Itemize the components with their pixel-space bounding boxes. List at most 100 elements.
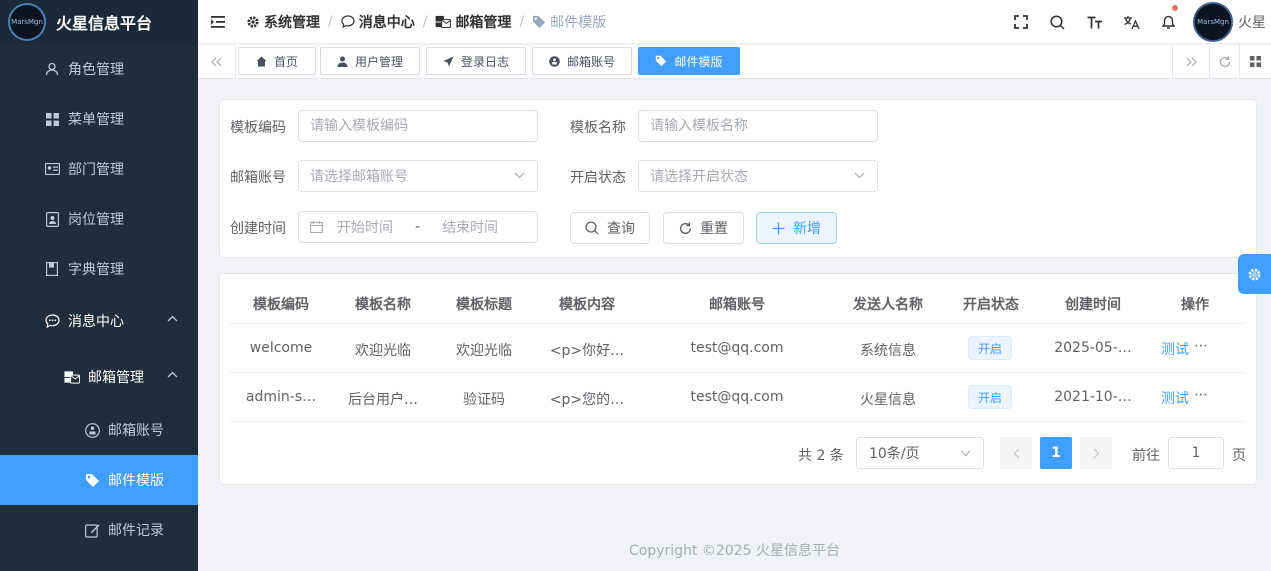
cell-account: test@qq.com: [690, 389, 784, 405]
sidebar-logo[interactable]: MarsMgn 火星信息平台: [0, 0, 198, 44]
breadcrumb-item-system[interactable]: 系统管理: [264, 12, 320, 32]
search-icon: [585, 221, 599, 235]
home-icon: [256, 56, 267, 67]
date-range-picker[interactable]: 开始时间 - 结束时间: [298, 211, 538, 243]
notification-badge: [1172, 5, 1178, 11]
account-icon: [549, 55, 560, 67]
start-time-placeholder[interactable]: 开始时间: [337, 217, 393, 237]
tag-user-management[interactable]: 用户管理: [320, 47, 420, 75]
chevron-right-icon: [1093, 448, 1099, 458]
sidebar-item-label: 邮箱账号: [108, 423, 164, 439]
logo-text: MarsMgn: [11, 18, 43, 26]
font-size-button[interactable]: [1076, 0, 1113, 44]
page-size-select[interactable]: 10条/页: [856, 437, 984, 469]
col-header-sender[interactable]: 发送人名称: [840, 294, 936, 314]
sidebar-item-message-center[interactable]: 消息中心: [0, 296, 198, 346]
col-header-account[interactable]: 邮箱账号: [657, 294, 817, 314]
col-header-code[interactable]: 模板编码: [238, 294, 324, 314]
status-select[interactable]: 请选择开启状态: [638, 160, 878, 192]
col-header-content[interactable]: 模板内容: [543, 294, 631, 314]
tag-label: 登录日志: [460, 54, 509, 69]
navbar-right: MarsMgn 火星: [1002, 0, 1271, 44]
tags-scroll-right[interactable]: [1172, 45, 1210, 78]
col-header-actions: 操作: [1181, 297, 1209, 313]
account-select[interactable]: 请选择邮箱账号: [298, 160, 538, 192]
search-icon: [1050, 14, 1065, 30]
sidebar-item-label: 邮箱管理: [88, 370, 144, 386]
cell-name: 欢迎光临: [355, 343, 411, 359]
fullscreen-button[interactable]: [1002, 0, 1039, 44]
tag-mail-account[interactable]: 邮箱账号: [532, 47, 632, 75]
settings-button[interactable]: [1238, 254, 1271, 294]
reset-button[interactable]: 重置: [663, 212, 744, 244]
prev-page-button[interactable]: [1000, 437, 1032, 469]
col-header-status[interactable]: 开启状态: [948, 294, 1034, 314]
end-time-placeholder[interactable]: 结束时间: [442, 217, 498, 237]
sidebar-item-menus[interactable]: 菜单管理: [0, 94, 198, 144]
breadcrumb-item-message-center[interactable]: 消息中心: [359, 12, 415, 32]
test-button[interactable]: 测试: [1161, 388, 1189, 408]
next-page-button[interactable]: [1080, 437, 1112, 469]
tag-icon: [532, 15, 546, 29]
sidebar-item-positions[interactable]: 岗位管理: [0, 194, 198, 244]
code-input-field[interactable]: [310, 118, 537, 134]
table-divider: [230, 372, 1245, 373]
sidebar-item-mail-log[interactable]: 邮件记录: [0, 505, 198, 555]
more-actions-button[interactable]: ⋯: [1194, 387, 1208, 403]
tag-home[interactable]: 首页: [238, 47, 316, 75]
pagination-total: 共 2 条: [798, 448, 844, 464]
notification-button[interactable]: [1150, 0, 1187, 44]
user-name[interactable]: 火星: [1238, 12, 1271, 32]
name-input-field[interactable]: [650, 118, 877, 134]
sidebar-item-departments[interactable]: 部门管理: [0, 144, 198, 194]
hamburger-button[interactable]: [198, 0, 238, 44]
add-button[interactable]: 新增: [756, 212, 837, 244]
sidebar-item-label: 菜单管理: [68, 112, 124, 128]
refresh-tags-button[interactable]: [1210, 45, 1240, 78]
range-separator: -: [415, 219, 421, 235]
tags-scroll-left[interactable]: [198, 45, 236, 78]
avatar[interactable]: MarsMgn: [1193, 2, 1233, 42]
logo-icon: MarsMgn: [8, 3, 46, 41]
goto-page-input[interactable]: 1: [1168, 437, 1224, 469]
status-badge: 开启: [968, 385, 1012, 409]
col-header-time[interactable]: 创建时间: [1044, 294, 1142, 314]
sidebar-item-dictionary[interactable]: 字典管理: [0, 244, 198, 294]
breadcrumb-item-mail-management[interactable]: 邮箱管理: [455, 12, 511, 32]
test-button[interactable]: 测试: [1161, 339, 1189, 359]
query-button[interactable]: 查询: [570, 212, 650, 244]
cell-time: 2021-10-…: [1054, 389, 1132, 405]
fullscreen-icon: [1013, 15, 1028, 29]
plus-icon: [772, 222, 785, 235]
goto-label: 前往: [1132, 448, 1160, 464]
status-select-placeholder: 请选择开启状态: [650, 169, 748, 185]
tag-label: 邮箱账号: [566, 54, 615, 69]
bell-icon: [1161, 15, 1176, 29]
sidebar-item-mail-template[interactable]: 邮件模版: [0, 455, 198, 505]
col-header-title[interactable]: 模板标题: [441, 294, 527, 314]
tag-label: 首页: [273, 54, 298, 69]
sidebar-item-mail-management[interactable]: 邮箱管理: [0, 352, 198, 402]
cell-content: <p>您的…: [549, 392, 625, 408]
cell-account: test@qq.com: [690, 340, 784, 356]
col-header-name[interactable]: 模板名称: [340, 294, 426, 314]
chevron-down-icon: [854, 172, 865, 179]
name-input[interactable]: [638, 110, 878, 142]
tag-mail-template[interactable]: 邮件模版: [638, 47, 740, 75]
tag-login-log[interactable]: 登录日志: [426, 47, 526, 75]
search-button[interactable]: [1039, 0, 1076, 44]
page-number-current[interactable]: 1: [1040, 437, 1072, 469]
chat-icon: [44, 313, 60, 329]
language-button[interactable]: [1113, 0, 1150, 44]
status-label: 开启状态: [570, 170, 626, 186]
cell-sender: 系统信息: [860, 343, 916, 359]
cell-code: welcome: [249, 340, 313, 356]
sidebar-item-roles[interactable]: 角色管理: [0, 44, 198, 94]
tags-menu-button[interactable]: [1240, 45, 1271, 78]
sidebar-item-mail-account[interactable]: 邮箱账号: [0, 405, 198, 455]
more-actions-button[interactable]: ⋯: [1194, 338, 1208, 354]
account-label: 邮箱账号: [230, 170, 286, 186]
code-input[interactable]: [298, 110, 538, 142]
sidebar: MarsMgn 火星信息平台 角色管理 菜单管理 部门管理 岗位管理 字典管理 …: [0, 0, 198, 571]
gear-icon: [246, 15, 260, 29]
